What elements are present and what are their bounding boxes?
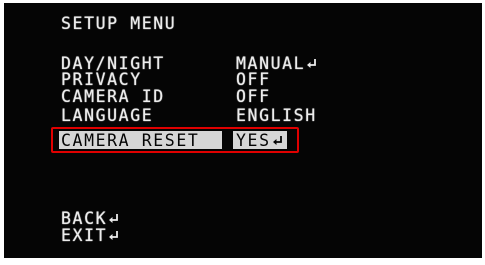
- menu-item-privacy-label[interactable]: PRIVACY: [61, 71, 142, 88]
- exit-label: EXIT: [61, 226, 108, 245]
- menu-item-camera-id-label[interactable]: CAMERA ID: [61, 88, 165, 105]
- osd-screen: SETUP MENU DAY/NIGHT MANUAL PRIVACY OFF …: [4, 3, 482, 258]
- menu-item-language-label[interactable]: LANGUAGE: [61, 107, 153, 124]
- menu-title: SETUP MENU: [61, 14, 177, 33]
- menu-item-camera-id-value[interactable]: OFF: [236, 88, 271, 105]
- return-arrow-icon: [108, 212, 119, 225]
- return-arrow-icon: [306, 57, 317, 70]
- menu-item-language-value[interactable]: ENGLISH: [236, 107, 317, 124]
- back-button[interactable]: BACK: [61, 210, 119, 227]
- return-arrow-icon: [108, 229, 119, 242]
- exit-button[interactable]: EXIT: [61, 227, 119, 244]
- red-highlight-box: [51, 127, 299, 153]
- menu-item-privacy-value[interactable]: OFF: [236, 71, 271, 88]
